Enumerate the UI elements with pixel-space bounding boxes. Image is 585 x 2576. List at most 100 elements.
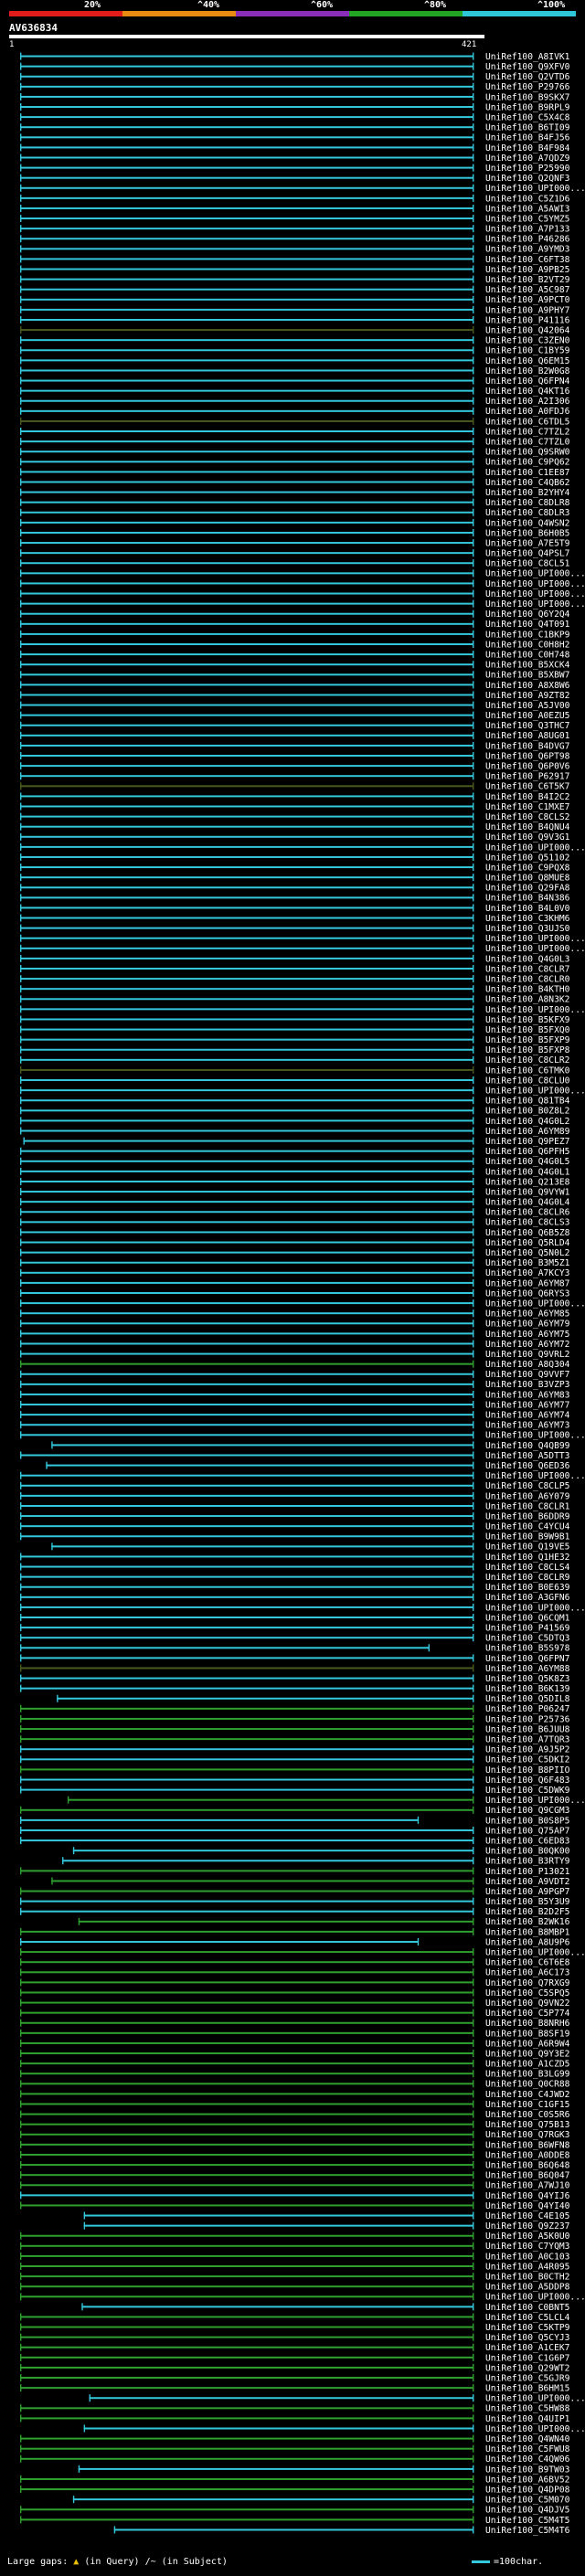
hit-bar[interactable] [20, 2021, 473, 2024]
hit-bar[interactable] [20, 2041, 473, 2044]
hit-row[interactable]: UniRef100_B5XBW7 [20, 671, 570, 681]
hit-label[interactable]: UniRef100_Q9VN22 [485, 1998, 569, 2009]
hit-label[interactable]: UniRef100_B6Q648 [485, 2160, 570, 2170]
hit-label[interactable]: UniRef100_B0QK00 [485, 1847, 570, 1857]
hit-label[interactable]: UniRef100_UPI000... [485, 184, 585, 194]
hit-bar[interactable] [20, 1981, 473, 1984]
hit-label[interactable]: UniRef100_A6YM85 [485, 1309, 569, 1320]
hit-row[interactable]: UniRef100_C5DWK9 [20, 1786, 570, 1796]
hit-bar[interactable] [20, 1768, 473, 1771]
hit-row[interactable]: UniRef100_Q7RGK3 [20, 2130, 570, 2140]
hit-row[interactable]: UniRef100_Q9V3G1 [20, 832, 570, 843]
hit-bar[interactable] [20, 866, 473, 869]
hit-bar[interactable] [20, 369, 473, 372]
hit-row[interactable]: UniRef100_UPI000... [20, 1299, 585, 1309]
hit-bar[interactable] [20, 186, 473, 189]
hit-label[interactable]: UniRef100_Q9Z237 [485, 2221, 570, 2231]
hit-bar[interactable] [20, 2194, 473, 2197]
hit-label[interactable]: UniRef100_B3LG99 [485, 2070, 570, 2080]
hit-bar[interactable] [20, 2366, 473, 2369]
hit-bar[interactable] [20, 1951, 473, 1954]
hit-row[interactable]: UniRef100_A7TQR3 [20, 1735, 570, 1745]
hit-bar[interactable] [20, 1332, 473, 1335]
hit-label[interactable]: UniRef100_C8CLR7 [485, 964, 570, 974]
hit-bar[interactable] [20, 805, 473, 808]
hit-row[interactable]: UniRef100_Q4DP08 [20, 2485, 570, 2495]
hit-bar[interactable] [20, 217, 473, 220]
hit-label[interactable]: UniRef100_A9PHY7 [485, 305, 570, 315]
hit-label[interactable]: UniRef100_C6ED83 [485, 1836, 570, 1846]
hit-bar[interactable] [20, 673, 473, 676]
hit-bar[interactable] [20, 845, 473, 848]
hit-bar[interactable] [20, 1677, 473, 1680]
hit-row[interactable]: UniRef100_P25990 [20, 164, 570, 174]
hit-bar[interactable] [20, 886, 473, 889]
hit-bar[interactable] [20, 2407, 473, 2410]
hit-label[interactable]: UniRef100_Q6B5Z8 [485, 1228, 570, 1238]
hit-bar[interactable] [20, 592, 473, 595]
hit-label[interactable]: UniRef100_Q2VTD6 [485, 72, 570, 82]
hit-label[interactable]: UniRef100_Q3UJS0 [485, 924, 570, 934]
hit-bar[interactable] [20, 1606, 473, 1608]
hit-row[interactable]: UniRef100_A0DDE8 [20, 2150, 570, 2160]
hit-row[interactable]: UniRef100_Q4G0L5 [20, 1157, 569, 1167]
hit-label[interactable]: UniRef100_C8CLS4 [485, 1563, 570, 1573]
hit-label[interactable]: UniRef100_UPI000... [485, 934, 585, 944]
hit-row[interactable]: UniRef100_C5DKI2 [20, 1755, 569, 1765]
hit-row[interactable]: UniRef100_C5HW88 [20, 2404, 570, 2414]
hit-bar[interactable] [20, 1595, 473, 1598]
hit-row[interactable]: UniRef100_C6T6E8 [20, 1958, 570, 1968]
hit-row[interactable]: UniRef100_Q4G0L4 [20, 1198, 570, 1208]
hit-label[interactable]: UniRef100_A7QDZ9 [485, 154, 570, 164]
hit-label[interactable]: UniRef100_Q4G0L4 [485, 1198, 570, 1208]
hit-bar[interactable] [89, 2397, 473, 2400]
hit-row[interactable]: UniRef100_B5KFX9 [20, 1015, 570, 1025]
hit-row[interactable]: UniRef100_Q9PEZ7 [23, 1137, 570, 1147]
hit-bar[interactable] [20, 288, 473, 291]
hit-row[interactable]: UniRef100_A8N3K2 [20, 995, 569, 1005]
hit-row[interactable]: UniRef100_B4DVG7 [20, 741, 570, 751]
hit-bar[interactable] [20, 399, 473, 402]
hit-label[interactable]: UniRef100_B2YHY4 [485, 488, 570, 498]
hit-row[interactable]: UniRef100_C8CLP5 [20, 1481, 569, 1491]
hit-row[interactable]: UniRef100_Q6B5Z8 [20, 1228, 570, 1238]
hit-label[interactable]: UniRef100_A1CZD5 [485, 2060, 569, 2070]
hit-label[interactable]: UniRef100_UPI000... [485, 1471, 585, 1481]
hit-bar[interactable] [20, 1657, 473, 1659]
hit-bar[interactable] [72, 1850, 473, 1852]
hit-label[interactable]: UniRef100_C6TDL5 [485, 417, 569, 427]
hit-label[interactable]: UniRef100_B6DDR9 [485, 1511, 570, 1521]
hit-bar[interactable] [20, 2417, 473, 2420]
hit-bar[interactable] [20, 1008, 473, 1011]
hit-bar[interactable] [20, 724, 473, 726]
hit-label[interactable]: UniRef100_C8DLR8 [485, 498, 570, 508]
hit-bar[interactable] [20, 1870, 473, 1872]
hit-label[interactable]: UniRef100_Q6FPN4 [485, 376, 570, 387]
hit-bar[interactable] [20, 765, 473, 768]
hit-bar[interactable] [20, 95, 473, 98]
hit-bar[interactable] [20, 947, 473, 949]
hit-bar[interactable] [20, 1434, 473, 1436]
hit-row[interactable]: UniRef100_Q9CGM3 [20, 1806, 570, 1816]
hit-row[interactable]: UniRef100_Q5CYJ3 [20, 2333, 570, 2343]
hit-bar[interactable] [20, 1930, 473, 1933]
hit-row[interactable]: UniRef100_C6TMK0 [20, 1065, 570, 1076]
hit-bar[interactable] [20, 562, 473, 565]
hit-label[interactable]: UniRef100_Q4G0L5 [485, 1157, 569, 1167]
hit-row[interactable]: UniRef100_A4R095 [20, 2262, 569, 2272]
hit-row[interactable]: UniRef100_C6ED83 [20, 1836, 570, 1846]
hit-bar[interactable] [20, 126, 473, 129]
hit-bar[interactable] [20, 1038, 473, 1041]
hit-label[interactable]: UniRef100_Q42064 [485, 325, 570, 335]
hit-row[interactable]: UniRef100_A7P133 [20, 225, 570, 235]
hit-label[interactable]: UniRef100_Q6ED36 [485, 1461, 570, 1471]
hit-label[interactable]: UniRef100_UPI000... [485, 569, 585, 579]
hit-bar[interactable] [20, 1352, 473, 1355]
hit-row[interactable]: UniRef100_A6C173 [20, 1968, 570, 1978]
hit-label[interactable]: UniRef100_Q0CR88 [485, 2080, 570, 2090]
hit-row[interactable]: UniRef100_A0C103 [20, 2252, 570, 2262]
hit-bar[interactable] [20, 1018, 473, 1021]
hit-bar[interactable] [20, 1971, 473, 1974]
hit-bar[interactable] [20, 1707, 473, 1710]
hit-label[interactable]: UniRef100_P25990 [485, 164, 570, 174]
